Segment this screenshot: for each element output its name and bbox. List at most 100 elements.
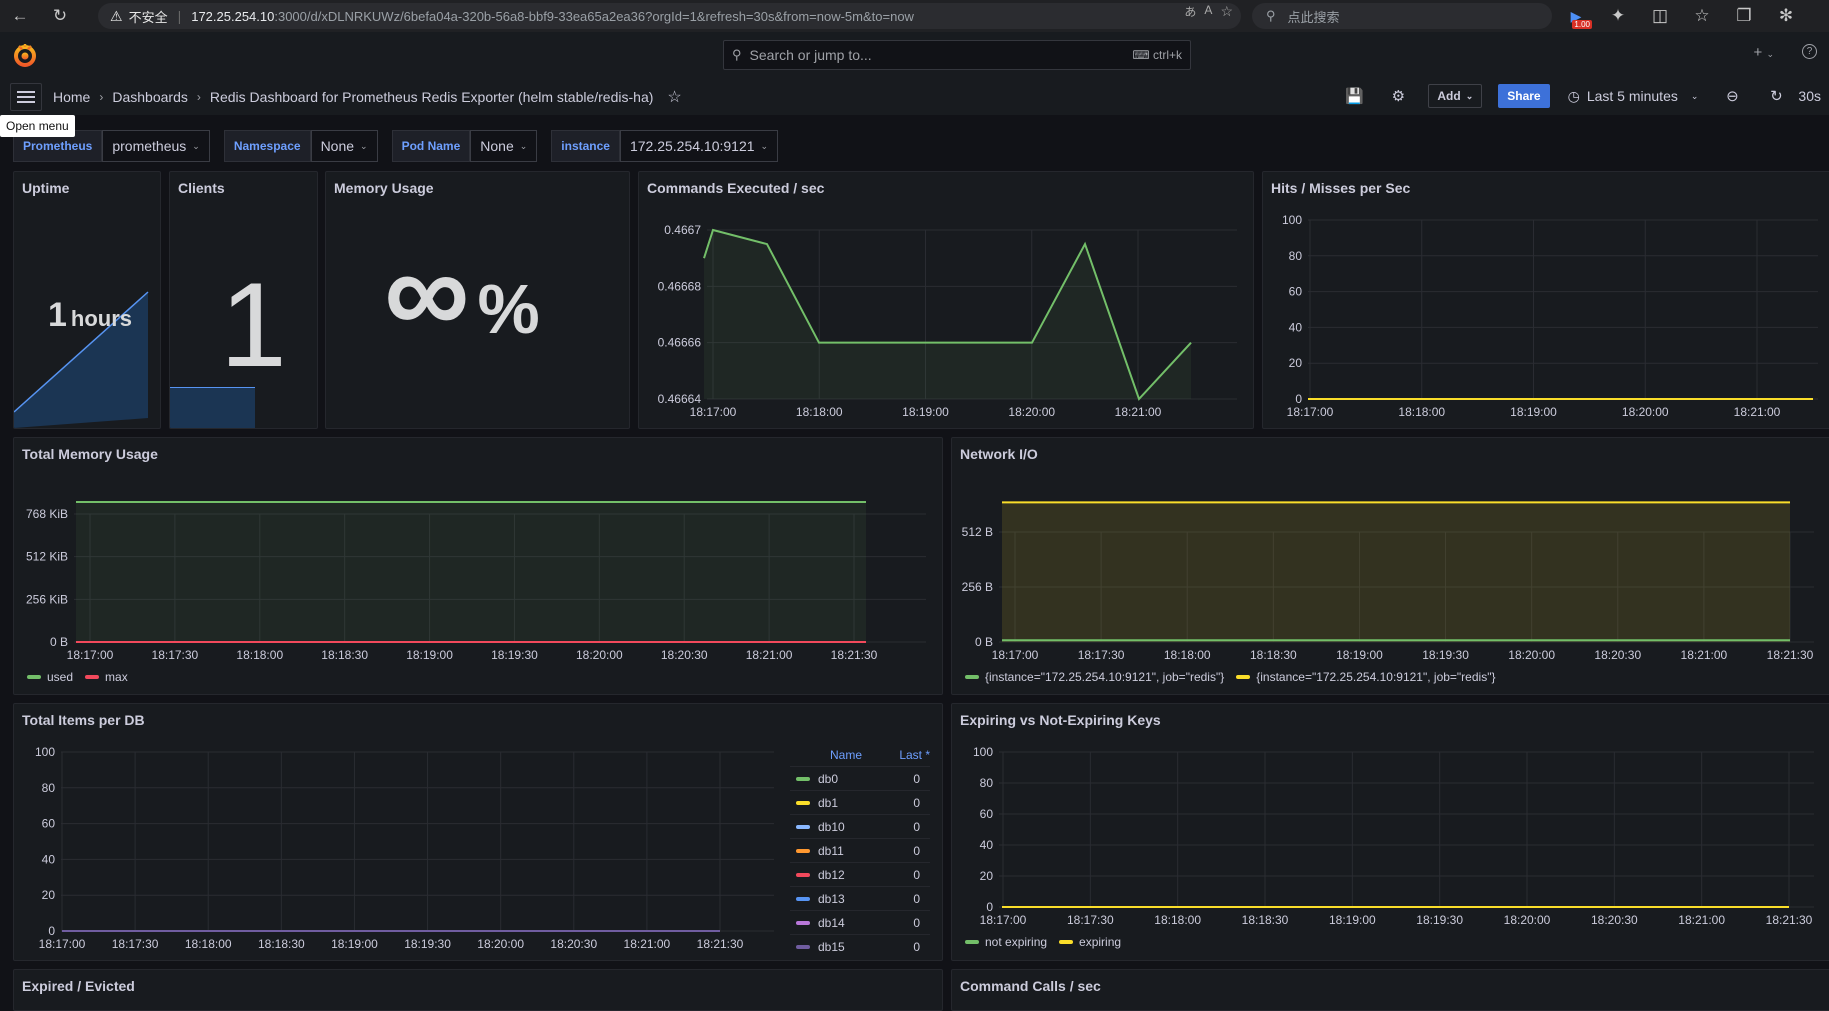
x-tick-label: 18:20:30 [1591, 913, 1638, 927]
panel-total-memory[interactable]: Total Memory Usage 768 KiB 512 KiB 256 KiB… [13, 437, 943, 695]
legend-last-value: 0 [913, 867, 920, 882]
legend-col-last[interactable]: Last * [880, 748, 930, 762]
help-icon[interactable]: ? [1802, 44, 1817, 59]
var-value-instance: 172.25.254.10:9121 [629, 138, 755, 154]
legend-row[interactable]: db10 0 [790, 814, 930, 838]
legend-label: db0 [818, 771, 839, 786]
breadcrumb-dashboards[interactable]: Dashboards [112, 89, 188, 105]
var-select-instance[interactable]: 172.25.254.10:9121 ⌄ [619, 130, 779, 162]
legend-item[interactable]: not expiring [965, 935, 1047, 949]
refresh-icon[interactable]: ↻ [1754, 87, 1798, 105]
panel-hits-misses[interactable]: Hits / Misses per Sec 100 80 60 40 20 0 18:17:… [1262, 171, 1829, 429]
favorite-star-icon[interactable]: ☆ [1220, 3, 1233, 20]
breadcrumb: Home › Dashboards › Redis Dashboard for … [53, 87, 682, 107]
y-tick-label: 0.46668 [658, 279, 702, 293]
panel-command-calls[interactable]: Command Calls / sec [951, 969, 1829, 1011]
y-tick-label: 0.46666 [658, 336, 702, 350]
legend-item[interactable]: used [27, 670, 73, 684]
panel-clients[interactable]: Clients 1 [169, 171, 318, 429]
legend-item[interactable]: {instance="172.25.254.10:9121", job="red… [1236, 670, 1495, 684]
chevron-right-icon: › [196, 90, 201, 104]
legend-item[interactable]: max [85, 670, 128, 684]
save-dashboard-icon[interactable]: 💾 [1332, 87, 1376, 105]
legend-label: db1 [818, 795, 839, 810]
legend-last-value: 0 [913, 891, 920, 906]
extensions-icon[interactable]: ✦ [1602, 0, 1634, 32]
y-tick-label: 0.46664 [658, 392, 702, 406]
y-tick-label: 0 B [975, 635, 993, 649]
read-aloud-icon[interactable]: A [1204, 3, 1212, 20]
legend-last-value: 0 [913, 915, 920, 930]
share-button[interactable]: Share [1498, 84, 1550, 108]
new-plus-icon[interactable]: + ⌄ [1754, 44, 1774, 61]
breadcrumb-home[interactable]: Home [53, 89, 90, 105]
address-actions: あ A ☆ [1184, 3, 1233, 20]
y-tick-label: 100 [973, 745, 993, 759]
var-select-namespace[interactable]: None ⌄ [310, 130, 378, 162]
collections-icon[interactable]: ❐ [1728, 0, 1760, 32]
legend-col-name[interactable]: Name [790, 748, 880, 762]
mark-favorite-star-icon[interactable]: ☆ [667, 87, 681, 107]
x-tick-label: 18:18:00 [236, 648, 283, 662]
legend-name: db10 [790, 820, 880, 834]
series-area [76, 502, 866, 642]
time-range-picker[interactable]: ◷ Last 5 minutes ⌄ [1568, 88, 1699, 105]
add-button[interactable]: Add ⌄ [1428, 84, 1483, 108]
x-tick-label: 18:21:00 [1681, 648, 1728, 662]
grafana-logo-icon[interactable] [12, 42, 38, 68]
network-chart: 512 B 256 B 0 B18:17:00 18:17:30 18:18:00 18:… [962, 501, 1814, 662]
y-tick-label: 20 [1289, 356, 1303, 370]
chevron-down-icon: ⌄ [519, 140, 528, 151]
y-tick-label: 40 [42, 852, 56, 866]
panel-expiring-keys[interactable]: Expiring vs Not-Expiring Keys 100 80 60 40 2… [951, 703, 1829, 961]
menu-button[interactable] [10, 83, 42, 111]
x-tick-label: 18:18:30 [1242, 913, 1289, 927]
hits-chart: 100 80 60 40 20 018:17:00 18:18:00 18:19:00 18:2… [1282, 213, 1818, 419]
zoom-out-icon[interactable]: ⊖ [1710, 87, 1754, 105]
split-screen-icon[interactable]: ◫ [1644, 0, 1676, 32]
panel-uptime[interactable]: Uptime 1 hours [13, 171, 161, 429]
legend-item[interactable]: {instance="172.25.254.10:9121", job="red… [965, 670, 1224, 684]
keyboard-icon: ⌨ [1132, 48, 1153, 62]
legend-row[interactable]: db13 0 [790, 886, 930, 910]
global-search-input[interactable]: ⚲ Search or jump to... ⌨ ctrl+k [723, 40, 1191, 70]
reload-icon[interactable]: ↻ [44, 0, 76, 32]
legend-item[interactable]: expiring [1059, 935, 1121, 949]
legend-label: max [105, 670, 128, 684]
translate-icon[interactable]: あ [1184, 3, 1196, 20]
var-select-pod-name[interactable]: None ⌄ [470, 130, 538, 162]
legend-row[interactable]: db11 0 [790, 838, 930, 862]
copilot-icon[interactable]: ✻ [1770, 0, 1802, 32]
legend-row[interactable]: db12 0 [790, 862, 930, 886]
legend-row[interactable]: db15 0 [790, 934, 930, 958]
url-text: 172.25.254.10:3000/d/xDLNRKUWz/6befa04a-… [191, 9, 914, 24]
series-area [1002, 502, 1790, 642]
browser-search-box[interactable]: ⚲ 点此搜索 [1252, 3, 1552, 29]
legend-swatch [796, 848, 810, 853]
x-tick-label: 18:19:30 [491, 648, 538, 662]
panel-items-per-db[interactable]: Total Items per DB 100 80 60 40 20 0 18:17:00 1… [13, 703, 943, 961]
x-tick-label: 18:18:00 [1398, 405, 1445, 419]
panel-memory-usage[interactable]: Memory Usage ∞% [325, 171, 630, 429]
var-label-pod-name: Pod Name [391, 130, 471, 162]
settings-gear-icon[interactable]: ⚙ [1376, 87, 1420, 105]
breadcrumb-current-dashboard: Redis Dashboard for Prometheus Redis Exp… [209, 89, 654, 105]
var-select-prometheus[interactable]: prometheus ⌄ [102, 130, 210, 162]
legend-last-value: 0 [913, 843, 920, 858]
x-tick-label: 18:21:30 [1766, 913, 1813, 927]
back-icon[interactable]: ← [4, 0, 36, 32]
refresh-interval[interactable]: 30s [1798, 88, 1821, 104]
extension-badge-icon[interactable]: ▶ 1.00 [1560, 0, 1592, 32]
legend-row[interactable]: db0 0 [790, 766, 930, 790]
address-bar[interactable]: ⚠ 不安全 | 172.25.254.10:3000/d/xDLNRKUWz/6… [98, 3, 1241, 29]
clients-value: 1 [220, 258, 287, 392]
y-tick-label: 80 [980, 776, 994, 790]
x-tick-label: 18:21:00 [624, 937, 671, 951]
legend-row[interactable]: db14 0 [790, 910, 930, 934]
x-tick-label: 18:20:30 [550, 937, 597, 951]
panel-network-io[interactable]: Network I/O 512 B 256 B0 B 18:17:00 18:17:3… [951, 437, 1829, 695]
favorites-icon[interactable]: ☆ [1686, 0, 1718, 32]
panel-expired-evicted[interactable]: Expired / Evicted [13, 969, 943, 1011]
legend-row[interactable]: db1 0 [790, 790, 930, 814]
panel-commands-executed[interactable]: Commands Executed / sec 0.4667 0.46668 0.4… [638, 171, 1254, 429]
